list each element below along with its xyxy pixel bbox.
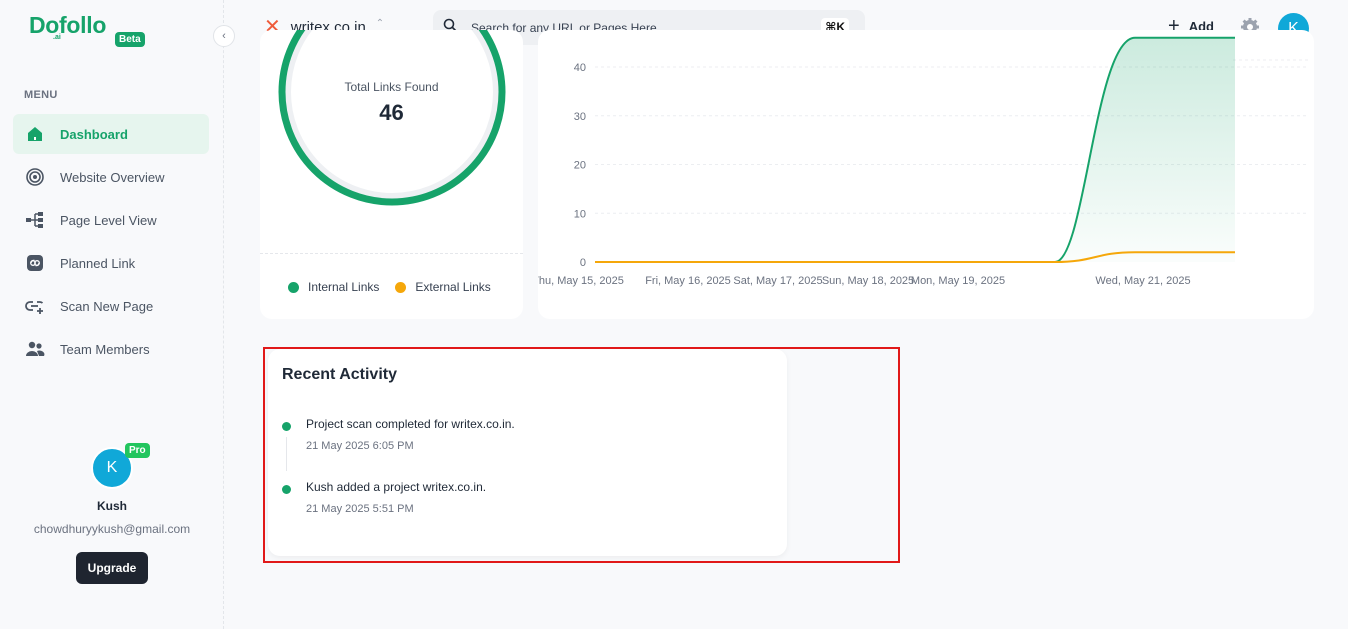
sidebar-item-team-members[interactable]: Team Members [13, 329, 209, 369]
recent-activity-title: Recent Activity [282, 366, 397, 383]
sidebar-item-label: Page Level View [60, 212, 157, 228]
sidebar-item-scan-new-page[interactable]: Scan New Page [13, 286, 209, 326]
links-summary-card: Total Links Found 46 Internal Links Exte… [260, 30, 523, 319]
legend-dot [288, 281, 299, 293]
profile-email: chowdhuryykush@gmail.com [33, 522, 191, 536]
donut-chart [278, 30, 506, 206]
x-tick-label: Wed, May 21, 2025 [1095, 275, 1190, 287]
links-trend-card: 40 30 20 10 0 Thu, May 15, 2025 Fri, May 16, 2… [538, 30, 1314, 319]
sidebar-nav: Dashboard Website Overview Page Level Vi… [13, 114, 209, 372]
sidebar-item-label: Planned Link [60, 255, 136, 271]
sidebar-item-label: Scan New Page [60, 298, 154, 314]
legend-label: External Links [415, 280, 491, 294]
y-tick-label: 40 [574, 62, 586, 74]
sidebar-item-planned-link[interactable]: Planned Link [13, 243, 209, 283]
activity-text: Kush added a project writex.co.in. [306, 480, 487, 494]
profile-name: Kush [97, 499, 127, 513]
x-tick-label: Thu, May 15, 2025 [538, 275, 624, 287]
legend-external[interactable]: External Links [395, 280, 491, 294]
sidebar-item-dashboard[interactable]: Dashboard [13, 114, 209, 154]
overview-icon [24, 166, 46, 188]
link-icon [24, 252, 46, 274]
y-tick-label: 0 [580, 257, 586, 269]
activity-connector [286, 437, 287, 471]
x-tick-label: Fri, May 16, 2025 [645, 275, 731, 287]
chevron-left-icon: ‹ [222, 30, 226, 42]
avatar-initial: K [106, 459, 118, 476]
home-icon [24, 123, 46, 145]
activity-text: Project scan completed for writex.co.in. [306, 417, 515, 431]
y-tick-label: 30 [574, 111, 586, 123]
y-tick-label: 20 [574, 160, 586, 172]
activity-dot [282, 422, 291, 431]
sidebar-item-page-level-view[interactable]: Page Level View [13, 200, 209, 240]
menu-title: MENU [24, 89, 58, 101]
recent-activity-card: Recent Activity Project scan completed f… [268, 349, 787, 556]
activity-time: 21 May 2025 5:51 PM [306, 503, 414, 515]
beta-badge: Beta [115, 32, 145, 47]
legend-dot [395, 281, 407, 293]
avatar[interactable]: K Pro [91, 443, 150, 489]
upgrade-button[interactable]: Upgrade [75, 552, 149, 584]
brand-suffix: .ai [53, 34, 61, 41]
y-tick-label: 10 [574, 208, 586, 220]
sidebar-item-label: Dashboard [60, 126, 128, 142]
legend-label: Internal Links [308, 280, 380, 294]
activity-dot [282, 485, 291, 494]
links-trend-chart: 40 30 20 10 0 Thu, May 15, 2025 Fri, May 16, 2… [538, 36, 1308, 287]
sidebar-item-label: Team Members [60, 341, 150, 357]
divider [260, 253, 523, 254]
sidebar-item-website-overview[interactable]: Website Overview [13, 157, 209, 197]
total-links-label: Total Links Found [344, 80, 439, 94]
x-tick-label: Sun, May 18, 2025 [822, 275, 914, 287]
legend-internal[interactable]: Internal Links [288, 280, 379, 294]
user-profile: K Pro Kush chowdhuryykush@gmail.com Upgr… [0, 443, 224, 584]
x-tick-label: Mon, May 19, 2025 [911, 275, 1005, 287]
collapse-sidebar-button[interactable]: ‹ [213, 25, 235, 47]
users-icon [24, 338, 46, 360]
brand-logo[interactable]: Dofollo .ai Beta [29, 12, 145, 47]
brand-name: Dofollo [29, 12, 107, 38]
sidebar-item-label: Website Overview [60, 169, 165, 185]
pro-badge: Pro [125, 443, 150, 458]
sidebar: Dofollo .ai Beta MENU Dashboard Website … [0, 0, 224, 629]
activity-time: 21 May 2025 6:05 PM [306, 440, 414, 452]
total-links-value: 46 [379, 100, 404, 125]
internal-links-area [595, 37, 1235, 262]
x-tick-label: Sat, May 17, 2025 [733, 275, 822, 287]
link-add-icon [24, 295, 46, 317]
donut-legend: Internal Links External Links [288, 280, 507, 294]
hierarchy-icon [24, 209, 46, 231]
